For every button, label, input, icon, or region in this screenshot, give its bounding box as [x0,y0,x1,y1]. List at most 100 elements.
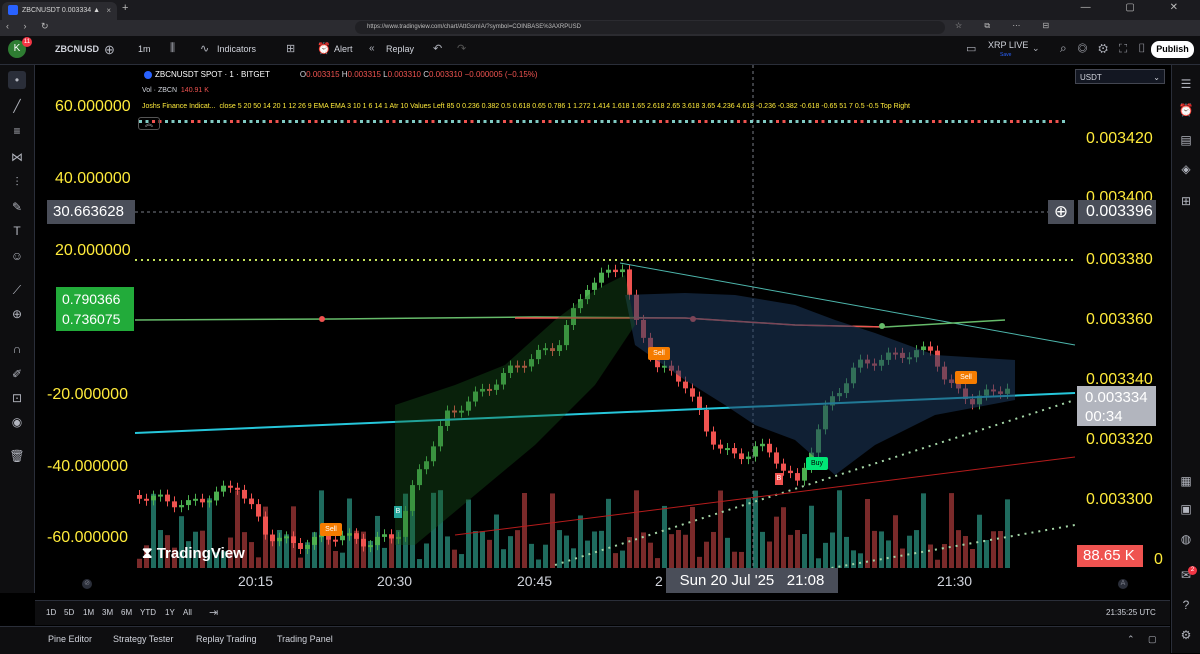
maximize-panel-icon[interactable]: ▢ [1148,634,1157,645]
legend-collapse-icon[interactable]: ︽ [138,117,160,130]
url-input[interactable]: https://www.tradingview.com/chart/AttGsm… [355,21,945,34]
candle-type-icon[interactable]: ⫼ [170,42,175,55]
timezone-icon[interactable]: ⊘ [82,579,92,589]
zoom-tool-icon[interactable]: ⊕ [8,305,26,323]
replay-button[interactable]: Replay [386,44,414,54]
ruler-tool-icon[interactable]: ⟋ [8,281,26,299]
window-controls[interactable]: — ▢ ✕ [1081,2,1194,13]
legend-volume-label[interactable]: Vol · ZBCN [142,87,177,94]
volume-bar [522,493,527,568]
trendline-tool-icon[interactable]: ╱ [8,97,26,115]
help-icon[interactable]: ? [1177,596,1195,614]
indicators-button[interactable]: Indicators [217,44,256,54]
magnet-tool-icon[interactable]: ∩ [8,340,26,358]
signal-dot [594,120,597,123]
collapse-panel-icon[interactable]: ⌃ [1127,634,1135,645]
layout-save-status[interactable]: Save [1000,52,1011,58]
calendar-icon[interactable]: ▦ [1177,472,1195,490]
hide-drawings-icon[interactable]: ◉ [8,413,26,431]
toolbar-right-icons[interactable]: ⌕◎⚙⛶⌷ [1060,41,1157,56]
signal-dot [347,120,350,123]
trash-icon[interactable]: 🗑 [8,447,26,465]
watchlist-icon[interactable]: ☰ [1177,75,1195,93]
fib-tool-icon[interactable]: ≡ [8,122,26,140]
currency-select[interactable]: USDT ⌄ [1075,69,1165,84]
chart-pane[interactable] [35,65,1170,593]
text-tool-icon[interactable]: T [8,222,26,240]
tab-strategy-tester[interactable]: Strategy Tester [113,634,173,644]
signal-dot [1036,120,1039,123]
range-1d[interactable]: 1D [46,608,56,617]
volume-bar [928,544,933,568]
right-scale-tick: 0.003320 [1086,431,1153,448]
object-tree-icon[interactable]: ⊞ [1177,192,1195,210]
settings-icon[interactable]: ⚙ [1177,626,1195,644]
emoji-tool-icon[interactable]: ☺ [8,247,26,265]
tab-pine-editor[interactable]: Pine Editor [48,634,92,644]
volume-bar [543,544,548,568]
auto-scale-icon[interactable]: A [1118,579,1128,589]
volume-bar [795,530,800,568]
range-1y[interactable]: 1Y [165,608,175,617]
range-ytd[interactable]: YTD [140,608,156,617]
browser-tab[interactable]: ZBCNUSDT 0.003334 ▲ +3.44%× [2,2,117,32]
volume-bar [774,516,779,568]
range-1m[interactable]: 1M [83,608,94,617]
layouts-icon[interactable]: ⊞ [286,42,295,55]
utc-clock[interactable]: 21:35:25 UTC [1106,608,1156,617]
left-scale-tick: 20.000000 [55,242,131,259]
ideas-icon[interactable]: ◍ [1177,530,1195,548]
volume-bar [963,536,968,568]
layers-icon[interactable]: ◈ [1177,160,1195,178]
add-price-alert-icon[interactable]: ⊕ [1048,200,1074,224]
lock-drawing-icon[interactable]: ✐ [8,365,26,383]
alerts-icon[interactable]: ⏰ [1177,101,1195,119]
currency-dropdown-icon: ⌄ [1153,73,1160,82]
tab-replay-trading[interactable]: Replay Trading [196,634,257,644]
left-scale-tick: -40.000000 [47,458,128,475]
symbol-search[interactable]: ZBCNUSD [55,44,99,54]
candle [928,346,933,351]
legend-close: 0.003310 [429,70,463,79]
compare-symbol-icon[interactable]: ⊕ [104,42,115,58]
brush-tool-icon[interactable]: ✎ [8,198,26,216]
legend-symbol[interactable]: ZBCNUSDT SPOT · 1 · BITGET [155,70,270,79]
data-window-icon[interactable]: ▤ [1177,131,1195,149]
alert-button[interactable]: Alert [334,44,353,54]
range-5d[interactable]: 5D [64,608,74,617]
volume-bar [424,543,429,568]
new-tab-button[interactable]: + [122,2,128,14]
signal-dot [743,120,747,123]
tab-trading-panel[interactable]: Trading Panel [277,634,333,644]
signal-dot [405,120,409,123]
tab-close-icon[interactable]: × [106,2,111,20]
signal-dot [269,120,272,123]
volume-bar [690,507,695,568]
browser-nav-buttons[interactable]: ‹ › ↻ [6,21,55,32]
goto-date-icon[interactable]: ⇥ [209,606,218,619]
lock-icon[interactable]: ⊡ [8,389,26,407]
range-6m[interactable]: 6M [121,608,132,617]
right-crosshair-price: 0.003396 [1078,200,1156,224]
volume-bar [935,559,940,568]
legend-indicator-name[interactable]: Joshs Finance Indicat... [142,103,216,110]
volume-bar [830,532,835,568]
signal-dot [750,120,753,123]
redo-icon[interactable]: ↷ [457,42,466,55]
undo-icon[interactable]: ↶ [433,42,442,55]
cursor-tool-icon[interactable]: • [8,71,26,89]
signal-dot [971,120,974,123]
news-icon[interactable]: ▣ [1177,500,1195,518]
forecast-tool-icon[interactable]: ⫶ [8,173,26,191]
range-all[interactable]: All [183,608,192,617]
signal-dot [776,120,779,123]
left-scale-tick: 40.000000 [55,170,131,187]
layout-name[interactable]: XRP LIVE [988,40,1028,50]
publish-button[interactable]: Publish [1151,41,1194,58]
pattern-tool-icon[interactable]: ⋈ [8,148,26,166]
interval-selector[interactable]: 1m [138,44,151,54]
range-3m[interactable]: 3M [102,608,113,617]
legend-indicator-params: close 5 20 50 14 20 1 12 26 9 EMA EMA 3 … [219,103,910,110]
layout-dropdown-icon[interactable]: ⌄ [1032,43,1040,54]
browser-action-icons[interactable]: ☆ ⧉ ⋯ ⊟ [955,21,1059,31]
